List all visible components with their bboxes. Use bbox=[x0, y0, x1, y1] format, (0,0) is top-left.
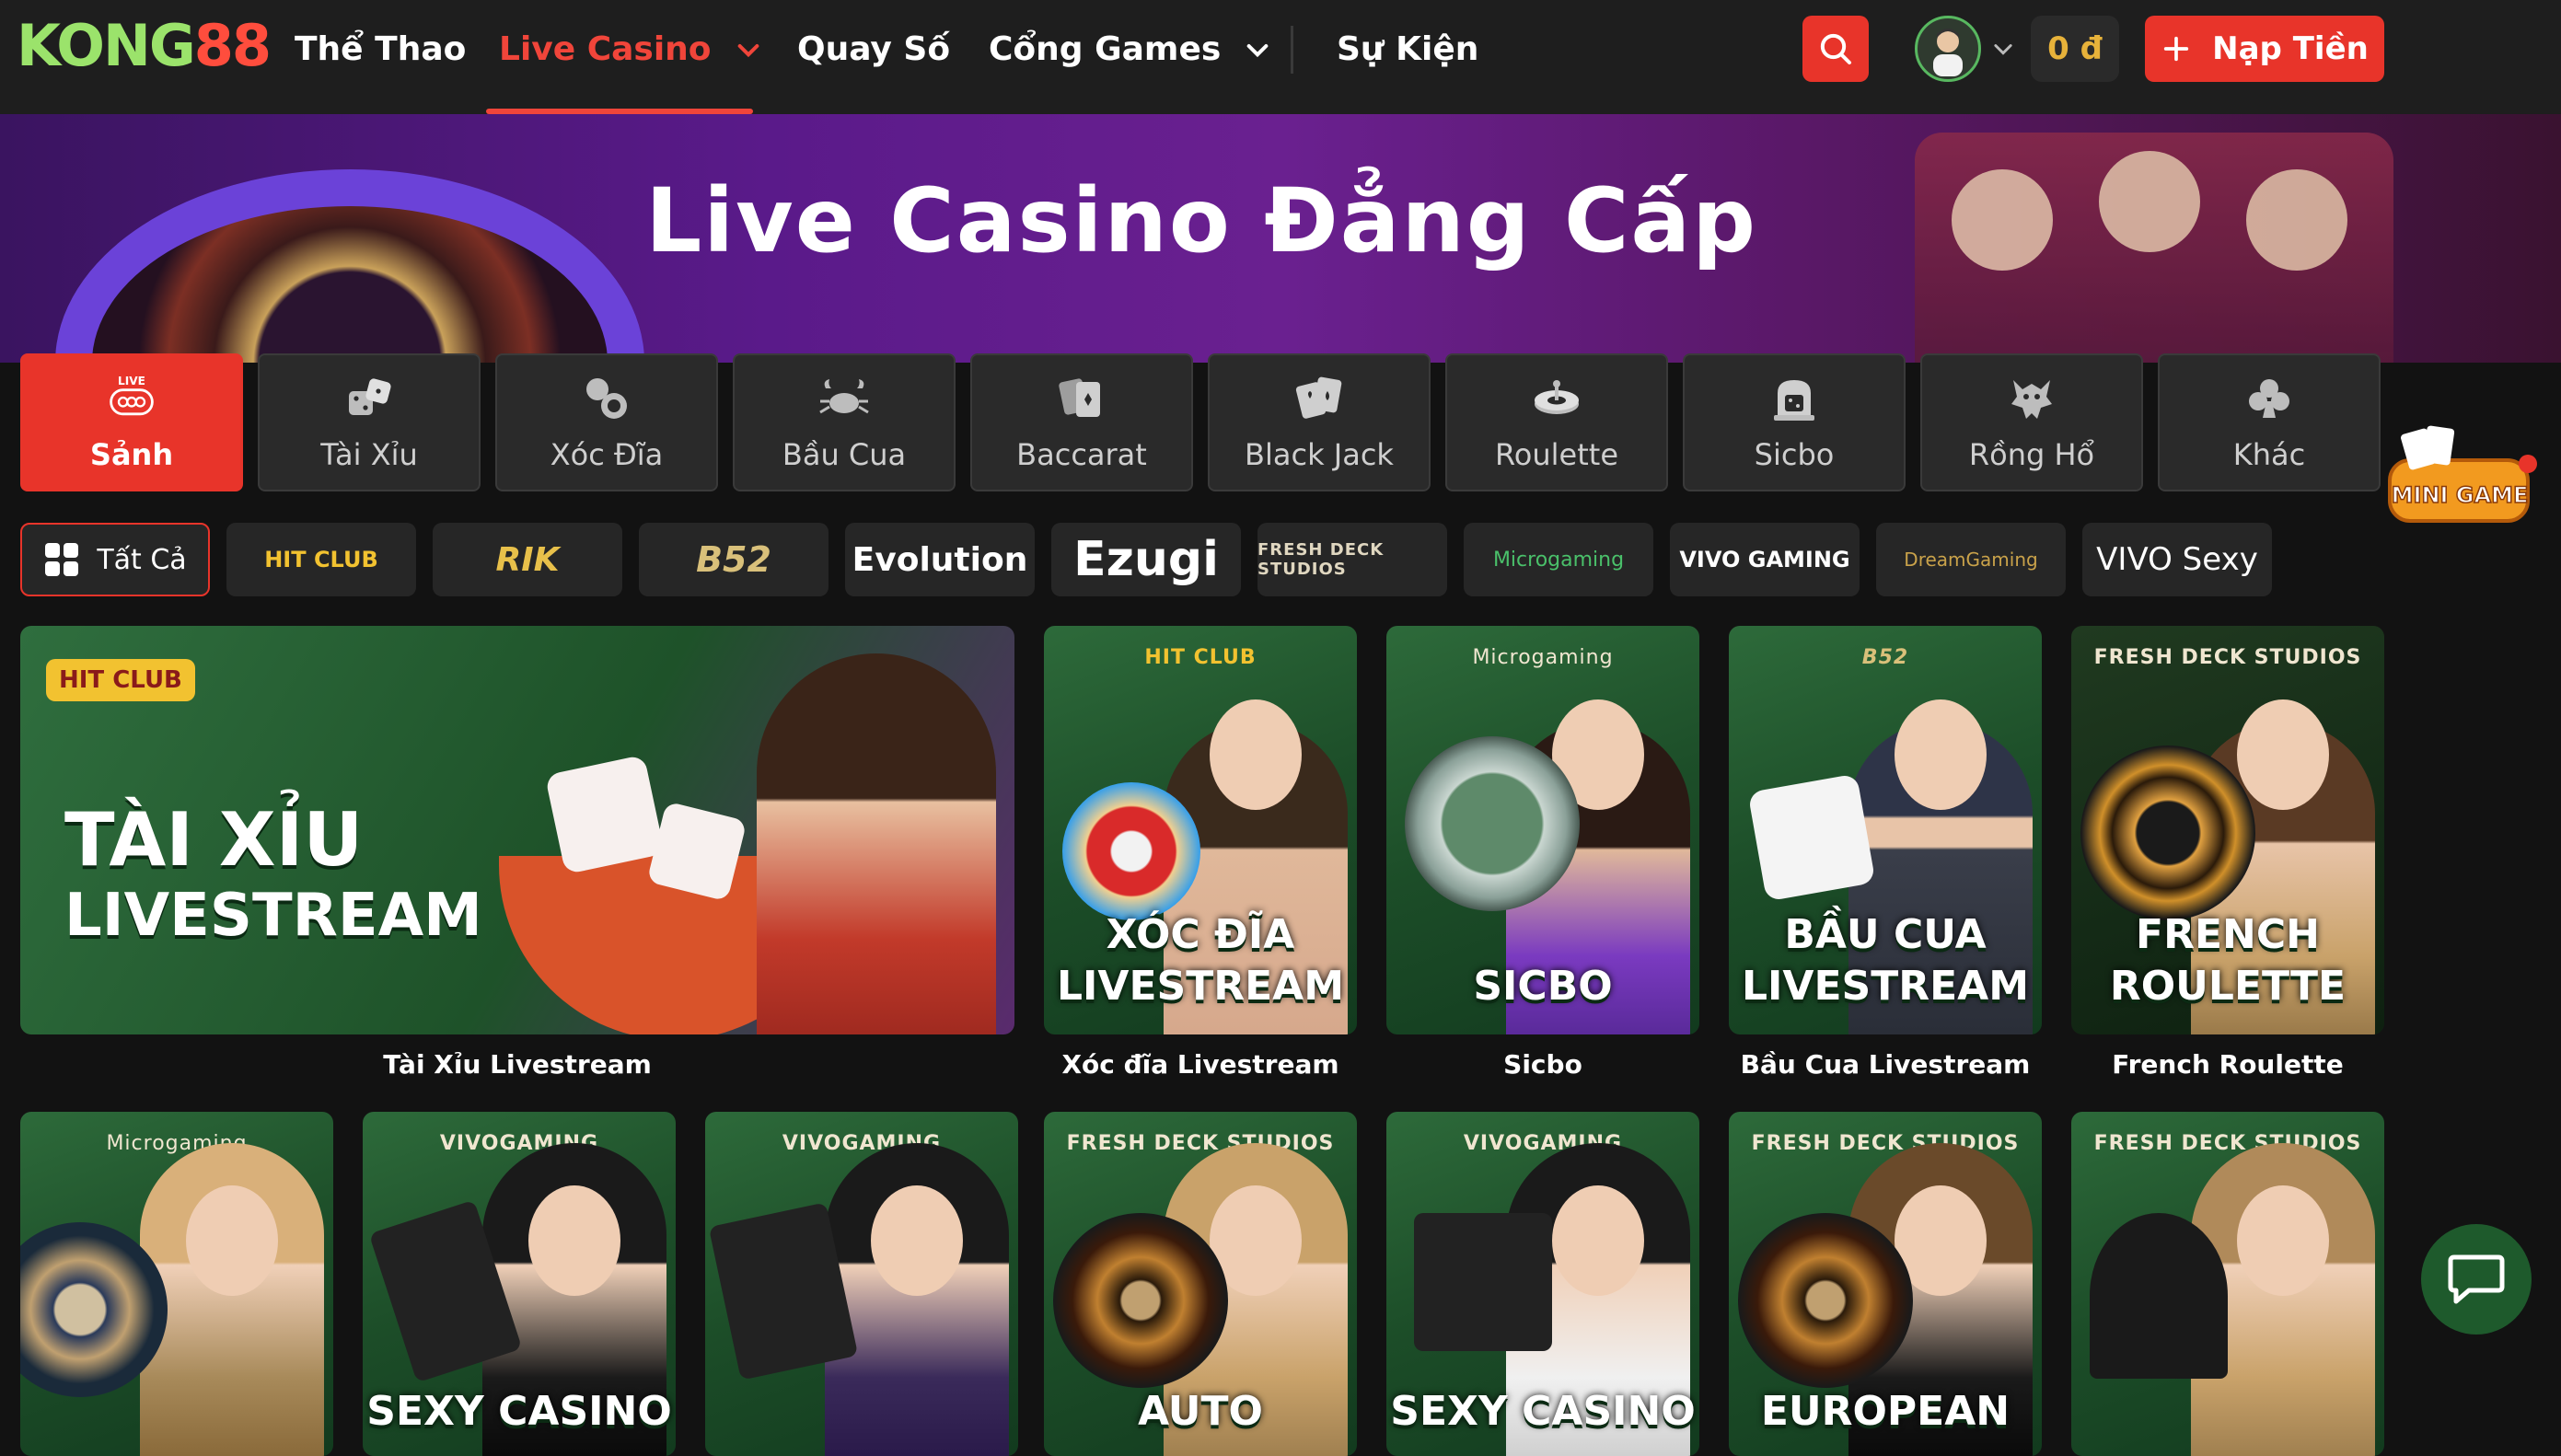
xoc-dia-bowl-illustration bbox=[1062, 782, 1200, 920]
top-header: KONG88 Thể Thao Live Casino Quay Số Cổng… bbox=[0, 0, 2561, 114]
provider-vivo-gaming[interactable]: VIVO GAMING bbox=[1670, 523, 1860, 596]
club-icon bbox=[2243, 373, 2295, 424]
nav-the-thao[interactable]: Thể Thao bbox=[295, 28, 466, 72]
provider-filter-all[interactable]: Tất Cả bbox=[20, 523, 210, 596]
category-baccarat[interactable]: Baccarat bbox=[970, 353, 1193, 491]
game-card-sicbo[interactable]: Microgaming SICBO bbox=[1386, 626, 1699, 1034]
spade-illustration bbox=[2090, 1213, 2228, 1379]
category-roulette[interactable]: Roulette bbox=[1445, 353, 1668, 491]
roulette-wheel-illustration bbox=[2080, 745, 2255, 920]
user-avatar-icon bbox=[1933, 29, 1963, 76]
game-name[interactable]: Bầu Cua Livestream bbox=[1729, 1049, 2042, 1080]
game-card-french-roulette[interactable]: FRESH DECK STUDIOS FRENCH ROULETTE bbox=[2071, 626, 2384, 1034]
search-button[interactable] bbox=[1802, 16, 1869, 82]
cards-illustration bbox=[1414, 1213, 1552, 1351]
banner-title: Live Casino Đẳng Cấp bbox=[645, 169, 1757, 272]
chevron-down-icon bbox=[737, 44, 759, 58]
roulette-icon bbox=[1531, 373, 1582, 424]
provider-rik[interactable]: RIK bbox=[433, 523, 622, 596]
roulette-wheel-illustration bbox=[1053, 1213, 1228, 1388]
category-khac[interactable]: Khác bbox=[2158, 353, 2381, 491]
sicbo-icon bbox=[1768, 373, 1820, 424]
hero-banner: Live Casino Đẳng Cấp bbox=[0, 114, 2561, 363]
nav-su-kien[interactable]: Sự Kiện bbox=[1337, 28, 1478, 72]
game-card-microgaming[interactable]: Microgaming bbox=[20, 1112, 333, 1456]
game-name[interactable]: Tài Xỉu Livestream bbox=[20, 1049, 1014, 1080]
category-xoc-dia[interactable]: Xóc Đĩa bbox=[495, 353, 718, 491]
game-name[interactable]: Xóc đĩa Livestream bbox=[1044, 1049, 1357, 1080]
game-card-sexy-casino[interactable]: VIVOGAMING SEXY CASINO bbox=[363, 1112, 676, 1456]
category-bau-cua[interactable]: Bầu Cua bbox=[733, 353, 956, 491]
provider-fresh-deck[interactable]: FRESH DECK STUDIOS bbox=[1257, 523, 1447, 596]
dealer-illustration bbox=[757, 653, 996, 1034]
category-rong-ho[interactable]: Rồng Hổ bbox=[1920, 353, 2143, 491]
nav-divider bbox=[1291, 26, 1293, 74]
grid-icon bbox=[45, 543, 79, 576]
game-card-sexy-casino-2[interactable]: VIVOGAMING SEXY CASINO bbox=[1386, 1112, 1699, 1456]
chat-icon bbox=[2448, 1254, 2505, 1304]
provider-hit-club[interactable]: HIT CLUB bbox=[226, 523, 416, 596]
chevron-down-icon bbox=[1994, 44, 2012, 55]
provider-ezugi[interactable]: Ezugi bbox=[1051, 523, 1241, 596]
game-card-auto-roulette[interactable]: FRESH DECK STUDIOS AUTO bbox=[1044, 1112, 1357, 1456]
game-name[interactable]: French Roulette bbox=[2071, 1049, 2384, 1080]
game-card-tai-xiu-livestream[interactable]: HIT CLUB TÀI XỈU LIVESTREAM bbox=[20, 626, 1014, 1034]
svg-text:MINI GAME: MINI GAME bbox=[2392, 482, 2529, 508]
provider-evolution[interactable]: Evolution bbox=[845, 523, 1035, 596]
cards-icon bbox=[1056, 373, 1107, 424]
provider-b52[interactable]: B52 bbox=[639, 523, 829, 596]
coins-icon bbox=[581, 373, 632, 424]
crab-icon bbox=[818, 373, 870, 424]
category-sicbo[interactable]: Sicbo bbox=[1683, 353, 1906, 491]
search-icon bbox=[1820, 33, 1851, 64]
game-card-european-roulette[interactable]: FRESH DECK STUDIOS EUROPEAN bbox=[1729, 1112, 2042, 1456]
roulette-wheel-illustration bbox=[1738, 1213, 1913, 1388]
nav-quay-so[interactable]: Quay Số bbox=[797, 28, 950, 72]
hit-club-logo: HIT CLUB bbox=[46, 659, 195, 701]
game-card-fresh-deck[interactable]: FRESH DECK STUDIOS bbox=[2071, 1112, 2384, 1456]
dice-icon bbox=[343, 373, 395, 424]
provider-dreamgaming[interactable]: DreamGaming bbox=[1876, 523, 2066, 596]
user-menu[interactable] bbox=[1915, 16, 2016, 82]
game-card-bau-cua-livestream[interactable]: B52 BẦU CUA LIVESTREAM bbox=[1729, 626, 2042, 1034]
chevron-down-icon bbox=[1246, 44, 1269, 58]
category-sanh[interactable]: LIVE Sảnh bbox=[20, 353, 243, 491]
sicbo-dome-illustration bbox=[1405, 736, 1580, 911]
dice-illustration bbox=[544, 754, 666, 875]
plus-icon bbox=[2163, 36, 2189, 62]
dragon-icon bbox=[2006, 373, 2057, 424]
live-icon: LIVE bbox=[106, 373, 157, 424]
live-chat-button[interactable] bbox=[2421, 1224, 2532, 1335]
bau-cua-dice-illustration bbox=[1747, 773, 1876, 902]
category-black-jack[interactable]: Black Jack bbox=[1208, 353, 1431, 491]
nav-cong-games[interactable]: Cổng Games bbox=[989, 28, 1272, 72]
mini-game-button[interactable]: MINI GAME bbox=[2381, 423, 2543, 534]
kong88-logo[interactable]: KONG88 bbox=[17, 17, 272, 75]
nav-live-casino[interactable]: Live Casino bbox=[499, 28, 763, 72]
avatar bbox=[1915, 16, 1981, 82]
category-tai-xiu[interactable]: Tài Xỉu bbox=[258, 353, 481, 491]
game-card-xoc-dia-livestream[interactable]: HIT CLUB XÓC ĐĨA LIVESTREAM bbox=[1044, 626, 1357, 1034]
provider-vivo-sexy[interactable]: VIVO Sexy bbox=[2082, 523, 2272, 596]
svg-text:LIVE: LIVE bbox=[118, 375, 145, 387]
game-card-vivo-gaming[interactable]: VIVOGAMING bbox=[705, 1112, 1018, 1456]
blackjack-icon bbox=[1293, 373, 1345, 424]
mini-game-icon: MINI GAME bbox=[2388, 425, 2537, 523]
balance-display: 0 đ bbox=[2031, 16, 2119, 82]
provider-microgaming[interactable]: Microgaming bbox=[1464, 523, 1653, 596]
deposit-button[interactable]: Nạp Tiền bbox=[2145, 16, 2384, 82]
game-name[interactable]: Sicbo bbox=[1386, 1049, 1699, 1080]
